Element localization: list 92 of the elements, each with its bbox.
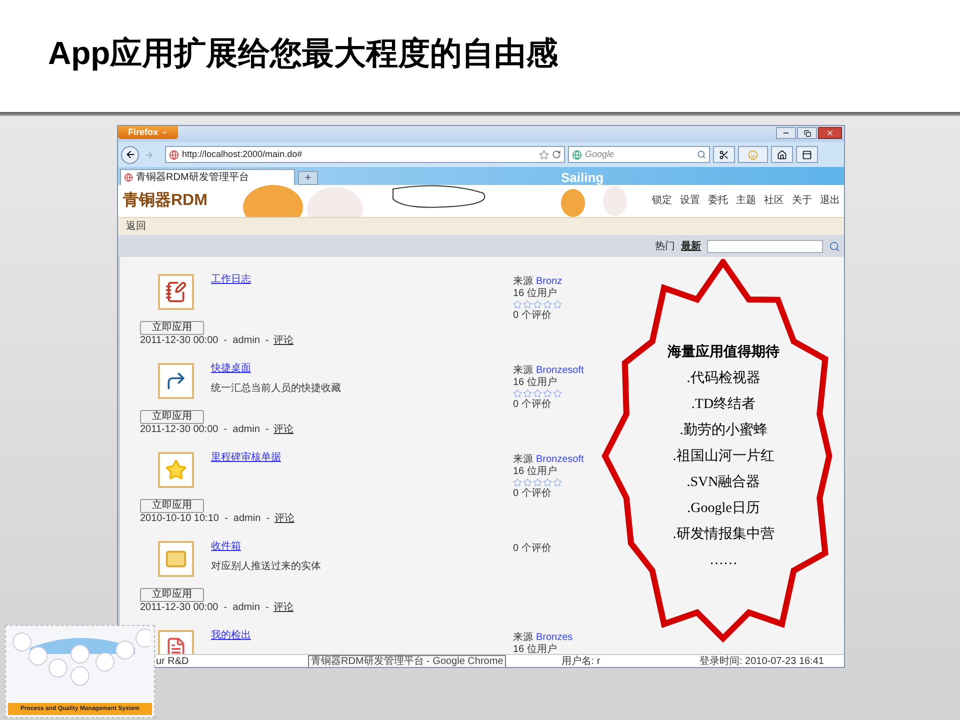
home-button[interactable] bbox=[771, 146, 793, 163]
address-bar[interactable]: http://localhost:2000/main.do# bbox=[165, 146, 565, 163]
minimize-button[interactable] bbox=[776, 127, 796, 139]
header-menu-link[interactable]: 主题 bbox=[736, 195, 756, 207]
filter-tab[interactable]: 最新 bbox=[681, 238, 701, 254]
user-count: 16 位用户 bbox=[513, 377, 558, 388]
caret-icon bbox=[161, 129, 168, 136]
browser-tab[interactable]: 青铜器RDM研发管理平台 bbox=[120, 169, 295, 185]
starburst-item: .Google日历 bbox=[687, 500, 760, 518]
bookmark-star-icon bbox=[539, 150, 549, 160]
search-box[interactable]: Google bbox=[568, 146, 710, 163]
header-menu-link[interactable]: 锁定 bbox=[652, 195, 672, 207]
scissors-icon bbox=[719, 150, 729, 160]
apply-button[interactable]: 立即应用 bbox=[140, 321, 204, 335]
comment-link[interactable]: 评论 bbox=[274, 513, 294, 525]
theme-text: Sailing bbox=[561, 170, 604, 185]
restore-icon bbox=[804, 130, 810, 136]
notepad-icon bbox=[158, 274, 194, 310]
search-engine-icon bbox=[572, 150, 582, 160]
source-link[interactable]: Bronzesoft bbox=[536, 454, 584, 465]
smiley-icon bbox=[748, 150, 758, 160]
starburst-heading: 海量应用值得期待 bbox=[668, 342, 780, 362]
header-menu-link[interactable]: 设置 bbox=[680, 195, 700, 207]
starburst-item: …… bbox=[710, 552, 738, 570]
review-count: 0 个评价 bbox=[513, 399, 552, 410]
header-menu-link[interactable]: 退出 bbox=[820, 195, 840, 207]
close-icon bbox=[826, 129, 834, 137]
app-byline: 2010-10-10 10:10 - admin - bbox=[140, 513, 271, 525]
starburst-item: .祖国山河一片红 bbox=[672, 448, 774, 466]
forward-arrow-icon bbox=[144, 150, 154, 160]
comment-link[interactable]: 评论 bbox=[274, 424, 294, 436]
app-description: 对应别人推送过来的实体 bbox=[211, 561, 321, 573]
tab-site-icon bbox=[124, 173, 133, 182]
source-link[interactable]: Bronzes bbox=[536, 632, 573, 643]
apply-button[interactable]: 立即应用 bbox=[140, 410, 204, 424]
user-name-text: 用户名: r bbox=[561, 656, 600, 666]
header-menu-link[interactable]: 社区 bbox=[764, 195, 784, 207]
starburst-item: .勤劳的小蜜蜂 bbox=[680, 421, 768, 440]
header-menu-link[interactable]: 委托 bbox=[708, 195, 728, 207]
review-count: 0 个评价 bbox=[513, 488, 552, 499]
apply-button[interactable]: 立即应用 bbox=[140, 499, 204, 513]
source-link[interactable]: Bronz bbox=[536, 276, 562, 287]
starburst-item: .TD终结者 bbox=[691, 396, 756, 414]
source-label: 来源 bbox=[513, 454, 533, 465]
panel-button[interactable] bbox=[796, 146, 818, 163]
search-input[interactable]: Google bbox=[585, 148, 694, 162]
source-link[interactable]: Bronzesoft bbox=[536, 365, 584, 376]
back-arrow-icon bbox=[124, 149, 136, 160]
back-link[interactable]: 返回 bbox=[126, 219, 146, 234]
scissors-button[interactable] bbox=[713, 146, 735, 163]
filter-tab[interactable]: 热门 bbox=[655, 238, 675, 254]
site-icon bbox=[169, 150, 179, 160]
window-tooltip: 青铜器RDM研发管理平台 - Google Chrome bbox=[308, 654, 506, 667]
comment-link[interactable]: 评论 bbox=[274, 602, 294, 614]
user-count: 16 位用户 bbox=[513, 466, 558, 477]
header-menu-link[interactable]: 关于 bbox=[792, 195, 812, 207]
slide-title: App应用扩展给您最大程度的自由感 bbox=[48, 34, 558, 73]
app-logo: 青铜器RDM bbox=[123, 190, 208, 211]
back-button[interactable] bbox=[121, 146, 139, 164]
login-time-text: 登录时间: 2010-07-23 16:41 bbox=[699, 656, 824, 666]
starburst-item: .研发情报集中营 bbox=[672, 526, 774, 544]
app-byline: 2011-12-30 00:00 - admin - bbox=[140, 602, 270, 614]
restore-button[interactable] bbox=[797, 127, 817, 139]
url-text: http://localhost:2000/main.do# bbox=[182, 148, 304, 161]
search-icon bbox=[829, 240, 840, 252]
starburst-item: .代码检视器 bbox=[686, 370, 760, 388]
app-byline: 2011-12-30 00:00 - admin - bbox=[140, 335, 270, 347]
starburst-item: .SVN融合器 bbox=[686, 474, 760, 492]
filter-search-field[interactable] bbox=[707, 240, 823, 252]
source-label: 来源 bbox=[513, 632, 533, 643]
user-count: 16 位用户 bbox=[513, 644, 558, 654]
source-label: 来源 bbox=[513, 365, 533, 376]
app-title-link[interactable]: 我的检出 bbox=[211, 630, 251, 642]
comment-link[interactable]: 评论 bbox=[274, 335, 294, 347]
apply-button[interactable]: 立即应用 bbox=[140, 588, 204, 602]
app-byline: 2011-12-30 00:00 - admin - bbox=[140, 424, 270, 436]
home-icon bbox=[777, 150, 787, 160]
status-left-text: ur R&D bbox=[156, 656, 190, 666]
source-label: 来源 bbox=[513, 276, 533, 287]
app-title-link[interactable]: 里程碑审核单据 bbox=[211, 452, 281, 464]
user-count: 16 位用户 bbox=[513, 288, 558, 299]
app-title-link[interactable]: 收件箱 bbox=[211, 541, 321, 553]
reload-icon bbox=[552, 150, 561, 159]
review-count: 0 个评价 bbox=[513, 310, 552, 321]
new-tab-button[interactable]: + bbox=[298, 171, 318, 185]
app-title-link[interactable]: 快捷桌面 bbox=[211, 363, 341, 375]
close-button[interactable] bbox=[818, 127, 842, 139]
search-icon bbox=[697, 150, 706, 159]
app-description: 统一汇总当前人员的快捷收藏 bbox=[211, 383, 341, 395]
review-count: 0 个评价 bbox=[513, 543, 552, 554]
panel-icon bbox=[802, 150, 812, 160]
app-title-link[interactable]: 工作日志 bbox=[211, 274, 251, 286]
